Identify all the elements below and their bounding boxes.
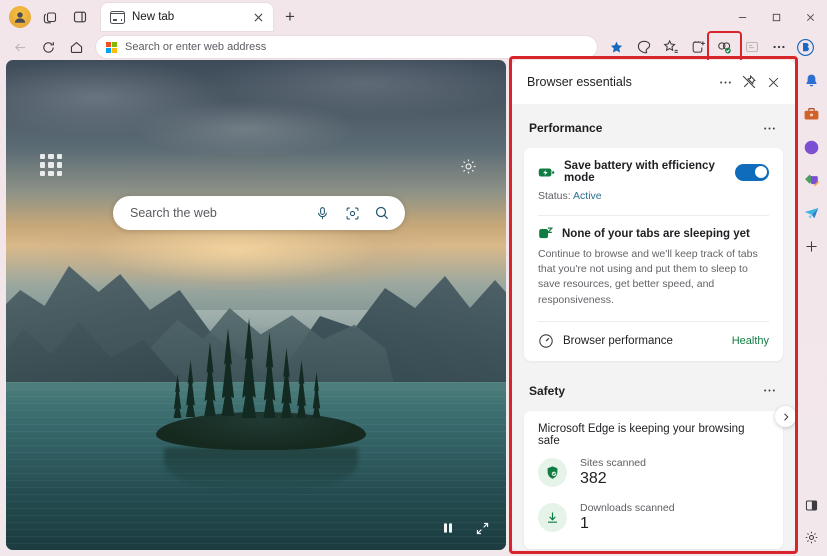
home-icon[interactable] xyxy=(62,34,90,60)
safety-section-header: Safety xyxy=(512,361,795,411)
efficiency-status: Status: Active xyxy=(538,190,769,202)
mountain-mid xyxy=(136,308,396,392)
sidebar-rail-bottom xyxy=(795,492,827,550)
navigation-toolbar: Search or enter web address xyxy=(0,31,827,63)
split-screen-icon[interactable] xyxy=(630,35,657,59)
browser-performance-label: Browser performance xyxy=(563,334,673,347)
favorites-icon[interactable] xyxy=(657,35,684,59)
profile-avatar[interactable] xyxy=(9,6,31,28)
efficiency-mode-label: Save battery with efficiency mode xyxy=(564,160,715,184)
sites-scanned-value: 382 xyxy=(580,469,607,487)
favorites-add-icon[interactable] xyxy=(603,35,630,59)
panel-title: Browser essentials xyxy=(527,75,632,89)
status-prefix: Status: xyxy=(538,190,574,202)
page-settings-icon[interactable] xyxy=(456,154,480,178)
panel-unpin-icon[interactable] xyxy=(737,70,761,94)
content-area: Search the web Browser essentials Perfor… xyxy=(6,56,798,554)
download-icon xyxy=(538,502,567,532)
downloads-scanned-value: 1 xyxy=(580,514,589,532)
safety-stat-sites: Sites scanned 382 xyxy=(538,457,769,488)
search-input[interactable]: Search the web xyxy=(130,206,301,220)
copilot-icon[interactable] xyxy=(792,35,819,59)
minimize-icon[interactable] xyxy=(725,1,759,33)
new-tab-icon xyxy=(110,10,125,24)
sleeping-tabs-row: None of your tabs are sleeping yet xyxy=(538,227,769,240)
safety-title: Microsoft Edge is keeping your browsing … xyxy=(538,422,745,447)
gauge-icon xyxy=(538,333,554,349)
performance-section-header: Performance xyxy=(512,104,795,148)
browser-essentials-panel: Browser essentials Performance Save batt… xyxy=(512,60,795,550)
notifications-icon[interactable] xyxy=(798,68,824,94)
search-icon[interactable] xyxy=(373,204,391,222)
sky-clouds xyxy=(6,60,506,210)
games-icon[interactable] xyxy=(798,200,824,226)
maximize-icon[interactable] xyxy=(759,1,793,33)
split-pane-icon[interactable] xyxy=(798,492,824,518)
sites-scanned-label: Sites scanned xyxy=(580,456,646,469)
safety-card: Microsoft Edge is keeping your browsing … xyxy=(524,410,783,549)
address-bar-placeholder: Search or enter web address xyxy=(125,41,267,53)
safety-next-icon[interactable] xyxy=(775,406,795,427)
refresh-icon[interactable] xyxy=(34,34,62,60)
status-value: Active xyxy=(573,190,602,202)
address-bar[interactable]: Search or enter web address xyxy=(96,36,597,58)
settings-gear-icon[interactable] xyxy=(798,524,824,550)
tab-title: New tab xyxy=(132,11,175,23)
divider xyxy=(538,320,769,322)
app-launcher-icon[interactable] xyxy=(40,154,62,176)
panel-header: Browser essentials xyxy=(512,60,795,104)
office-icon[interactable] xyxy=(798,134,824,160)
panel-close-icon[interactable] xyxy=(761,70,785,94)
panel-body: Performance Save battery with efficiency… xyxy=(512,104,795,550)
divider xyxy=(538,215,769,216)
search-the-web-box[interactable]: Search the web xyxy=(113,196,405,230)
shield-icon xyxy=(538,457,567,487)
feedback-row: Satisfied with Browser essentials? xyxy=(512,549,795,550)
collections-icon[interactable] xyxy=(684,35,711,59)
efficiency-mode-row: Save battery with efficiency mode xyxy=(538,160,769,184)
tab-actions-icon[interactable] xyxy=(35,3,65,31)
microphone-icon[interactable] xyxy=(313,204,331,222)
add-icon[interactable] xyxy=(798,233,824,259)
more-icon[interactable] xyxy=(765,35,792,59)
browser-window: New tab + Search or enter web address Se… xyxy=(0,0,827,556)
split-screen-tab-icon[interactable] xyxy=(65,3,95,31)
browser-performance-value: Healthy xyxy=(731,334,769,347)
sleeping-tabs-icon xyxy=(538,227,553,240)
browser-essentials-panel-wrapper: Browser essentials Performance Save batt… xyxy=(509,56,798,554)
new-tab-page: Search the web xyxy=(6,60,506,550)
tab-strip: New tab + xyxy=(0,0,827,34)
back-icon[interactable] xyxy=(6,34,34,60)
sleeping-tabs-title: None of your tabs are sleeping yet xyxy=(562,227,750,240)
visual-search-icon[interactable] xyxy=(343,204,361,222)
sleeping-tabs-description: Continue to browse and we'll keep track … xyxy=(538,248,758,306)
reading-mode-icon[interactable] xyxy=(738,35,765,59)
tools-icon[interactable] xyxy=(798,101,824,127)
close-window-icon[interactable] xyxy=(793,1,827,33)
browser-essentials-icon[interactable] xyxy=(707,31,742,63)
island xyxy=(156,412,366,450)
window-controls xyxy=(725,1,827,33)
tab-new-tab[interactable]: New tab xyxy=(101,3,273,31)
safety-stat-downloads: Downloads scanned 1 xyxy=(538,502,769,533)
background-media-controls xyxy=(438,518,492,538)
performance-more-icon[interactable] xyxy=(757,116,781,140)
close-tab-icon[interactable] xyxy=(249,8,267,26)
efficiency-mode-toggle[interactable] xyxy=(735,163,769,181)
pause-icon[interactable] xyxy=(438,518,458,538)
performance-heading: Performance xyxy=(529,121,603,135)
new-tab-button[interactable]: + xyxy=(276,3,304,31)
battery-saver-icon xyxy=(538,166,555,179)
browser-performance-row[interactable]: Browser performance Healthy xyxy=(538,333,769,349)
performance-card: Save battery with efficiency mode Status… xyxy=(524,148,783,361)
safety-heading: Safety xyxy=(529,383,566,398)
downloads-scanned-label: Downloads scanned xyxy=(580,501,675,514)
panel-more-icon[interactable] xyxy=(713,70,737,94)
shopping-icon[interactable] xyxy=(798,167,824,193)
microsoft-logo-icon xyxy=(106,41,117,53)
sidebar-rail xyxy=(795,60,827,556)
safety-more-icon[interactable] xyxy=(757,379,781,403)
expand-icon[interactable] xyxy=(472,518,492,538)
